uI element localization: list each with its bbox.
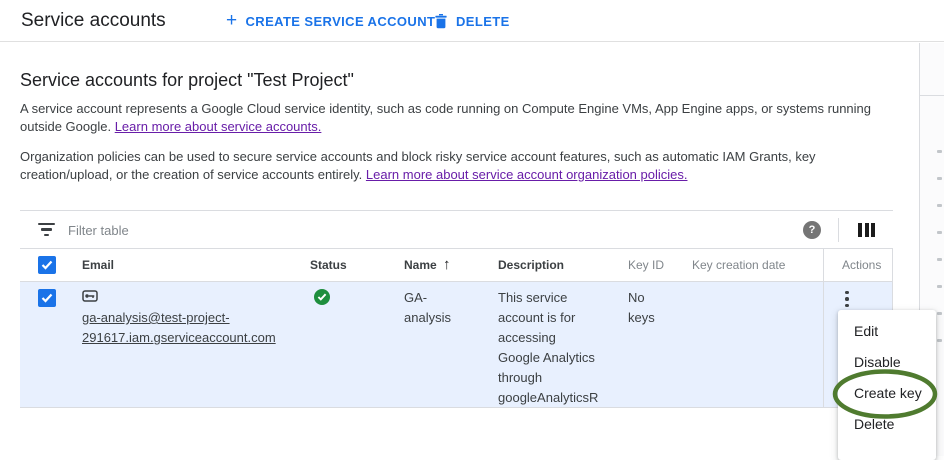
row-actions-menu-button[interactable] (836, 286, 858, 312)
actions-column-divider (823, 282, 824, 407)
email-line-1: ga-analysis@test-project- (82, 308, 292, 328)
row-checkbox[interactable] (38, 289, 56, 307)
service-account-icon (82, 288, 292, 308)
help-icon[interactable]: ? (803, 221, 821, 239)
service-account-email-link[interactable]: ga-analysis@test-project- 291617.iam.gse… (82, 288, 292, 348)
menu-item-disable[interactable]: Disable (838, 347, 936, 378)
filter-bar: ? (20, 211, 893, 249)
status-active-icon (314, 289, 330, 305)
select-all-checkbox[interactable] (38, 256, 56, 274)
plus-icon: + (226, 11, 238, 30)
filter-divider (838, 218, 839, 242)
app-bar: Service accounts + CREATE SERVICE ACCOUN… (0, 0, 944, 42)
email-line-2: 291617.iam.gserviceaccount.com (82, 328, 292, 348)
column-header-description[interactable]: Description (498, 258, 564, 272)
menu-item-edit[interactable]: Edit (838, 316, 936, 347)
filter-table-input[interactable] (68, 217, 668, 243)
email-cell: ga-analysis@test-project- 291617.iam.gse… (82, 288, 292, 348)
intro-paragraph-2: Organization policies can be used to sec… (20, 148, 872, 184)
actions-column-divider (823, 249, 824, 281)
learn-more-org-policies-link[interactable]: Learn more about service account organiz… (366, 167, 688, 182)
intro-paragraph-1: A service account represents a Google Cl… (20, 100, 872, 136)
delete-label: DELETE (456, 14, 510, 29)
sort-ascending-icon[interactable]: ↑ (443, 256, 451, 273)
column-header-status[interactable]: Status (310, 258, 347, 272)
learn-more-service-accounts-link[interactable]: Learn more about service accounts. (115, 119, 322, 134)
description-cell: This serviceaccount is foraccessingGoogl… (498, 288, 618, 408)
create-service-account-button[interactable]: + CREATE SERVICE ACCOUNT (226, 0, 435, 42)
row-actions-context-menu: Edit Disable Create key Delete (838, 310, 936, 460)
column-header-key-id[interactable]: Key ID (628, 258, 664, 272)
key-id-cell: Nokeys (628, 288, 688, 328)
delete-button[interactable]: DELETE (434, 0, 510, 42)
column-display-icon[interactable] (858, 223, 875, 237)
trash-icon (434, 13, 448, 29)
section-heading: Service accounts for project "Test Proje… (20, 70, 354, 91)
service-accounts-table: ? Email Status Name ↑ Description Key ID… (20, 210, 893, 408)
name-cell: GA-analysis (404, 288, 484, 328)
filter-icon (38, 223, 55, 237)
column-header-email[interactable]: Email (82, 258, 114, 272)
column-header-name[interactable]: Name (404, 258, 437, 272)
side-panel-divider (920, 43, 944, 96)
create-service-account-label: CREATE SERVICE ACCOUNT (246, 14, 436, 29)
menu-item-delete[interactable]: Delete (838, 409, 936, 440)
table-row[interactable]: ga-analysis@test-project- 291617.iam.gse… (20, 282, 893, 408)
menu-item-create-key[interactable]: Create key (838, 378, 936, 409)
page-title: Service accounts (21, 10, 166, 32)
column-header-key-creation-date[interactable]: Key creation date (692, 258, 785, 272)
column-header-actions: Actions (842, 258, 881, 272)
table-header-row: Email Status Name ↑ Description Key ID K… (20, 249, 893, 282)
